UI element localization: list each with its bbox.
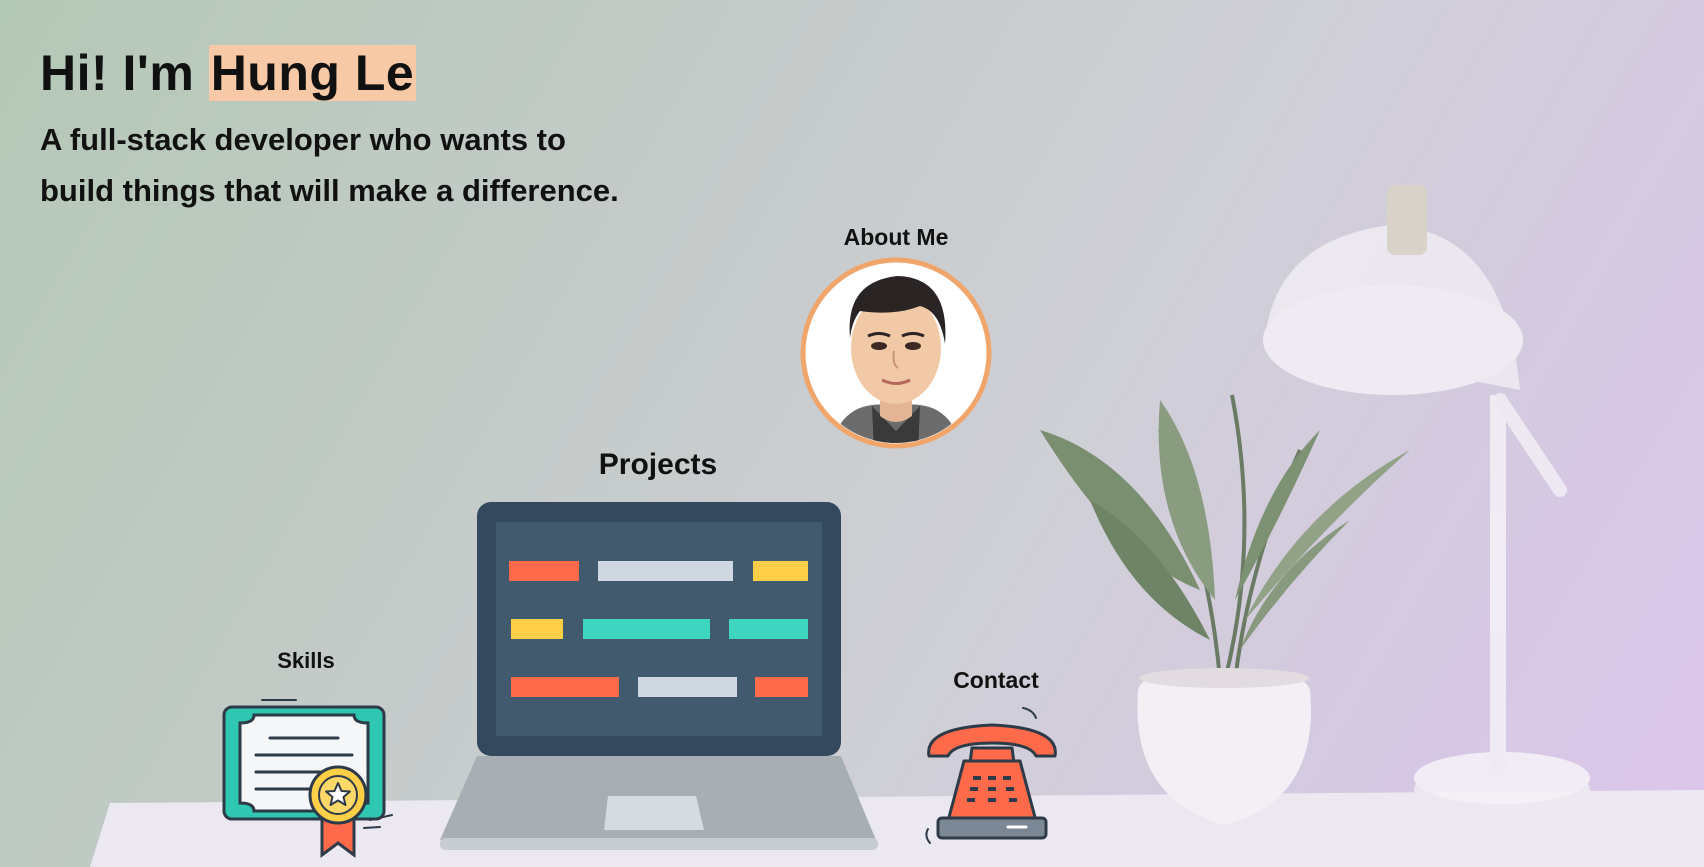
projects-link[interactable] (438, 500, 880, 856)
skills-link[interactable] (220, 695, 400, 860)
avatar[interactable] (800, 256, 992, 452)
contact-link[interactable] (918, 703, 1068, 848)
lamp-illustration (1263, 185, 1590, 818)
hero-heading: Hi! I'm Hung Le (40, 40, 619, 106)
projects-label[interactable]: Projects (560, 448, 756, 482)
about-me-link[interactable] (800, 256, 992, 452)
telephone-icon[interactable] (918, 703, 1068, 848)
desk-scene-background: Hi! I'm Hung Le A full-stack developer w… (0, 0, 1704, 867)
contact-label[interactable]: Contact (920, 667, 1072, 694)
skills-label[interactable]: Skills (236, 648, 376, 674)
hero-greeting: Hi! I'm (40, 45, 209, 101)
laptop-icon[interactable] (438, 500, 880, 856)
tagline-line-2: build things that will make a difference… (40, 173, 619, 208)
tagline-line-1: A full-stack developer who wants to (40, 122, 566, 157)
plant-illustration (1040, 394, 1410, 825)
hero-section: Hi! I'm Hung Le A full-stack developer w… (40, 40, 619, 216)
hero-tagline: A full-stack developer who wants to buil… (40, 114, 619, 216)
about-me-label[interactable]: About Me (790, 224, 1002, 251)
hero-name: Hung Le (208, 45, 417, 101)
certificate-icon[interactable] (220, 695, 400, 860)
